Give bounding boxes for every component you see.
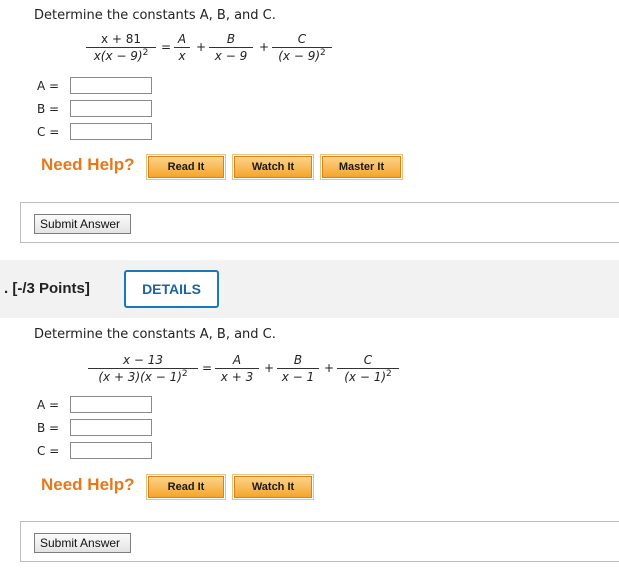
q2-label-b: B = [37,421,60,435]
q2-lhs-fraction: x − 13 (x + 3)(x − 1)2 [88,353,198,384]
q2-read-it-button[interactable]: Read It [146,474,226,500]
q1-term-b: B x − 9 [209,32,253,63]
q2-term-b: B x − 1 [277,353,319,384]
q2-prompt: Determine the constants A, B, and C. [34,327,276,342]
q1-input-b[interactable] [70,100,152,117]
q1-need-help: Need Help? [41,155,135,174]
q1-lhs-fraction: x + 81 x(x − 9)2 [86,32,156,63]
q1-read-it-button[interactable]: Read It [146,154,226,180]
q1-submit-button[interactable]: Submit Answer [34,214,131,234]
q2-watch-it-button[interactable]: Watch It [232,474,314,500]
q1-label-a: A = [37,79,60,93]
q2-input-c[interactable] [70,442,152,459]
q2-term-c: C (x − 1)2 [337,353,399,384]
q1-label-c: C = [37,125,60,139]
q1-label-b: B = [37,102,60,116]
q2-need-help: Need Help? [41,475,135,494]
q1-term-c: C (x − 9)2 [272,32,332,63]
question-header-bar [0,260,619,318]
q1-input-c[interactable] [70,123,152,140]
q2-label-a: A = [37,398,60,412]
q2-term-a: A x + 3 [215,353,259,384]
q1-master-it-button[interactable]: Master It [320,154,403,180]
q1-prompt: Determine the constants A, B, and C. [34,8,276,23]
q2-input-b[interactable] [70,419,152,436]
q2-submit-button[interactable]: Submit Answer [34,533,131,553]
q2-label-c: C = [37,444,60,458]
details-button[interactable]: DETAILS [124,270,219,308]
question-points: . [-/3 Points] [4,280,90,297]
q1-term-a: A x [174,32,190,63]
q1-input-a[interactable] [70,77,152,94]
q1-watch-it-button[interactable]: Watch It [232,154,314,180]
q2-input-a[interactable] [70,396,152,413]
